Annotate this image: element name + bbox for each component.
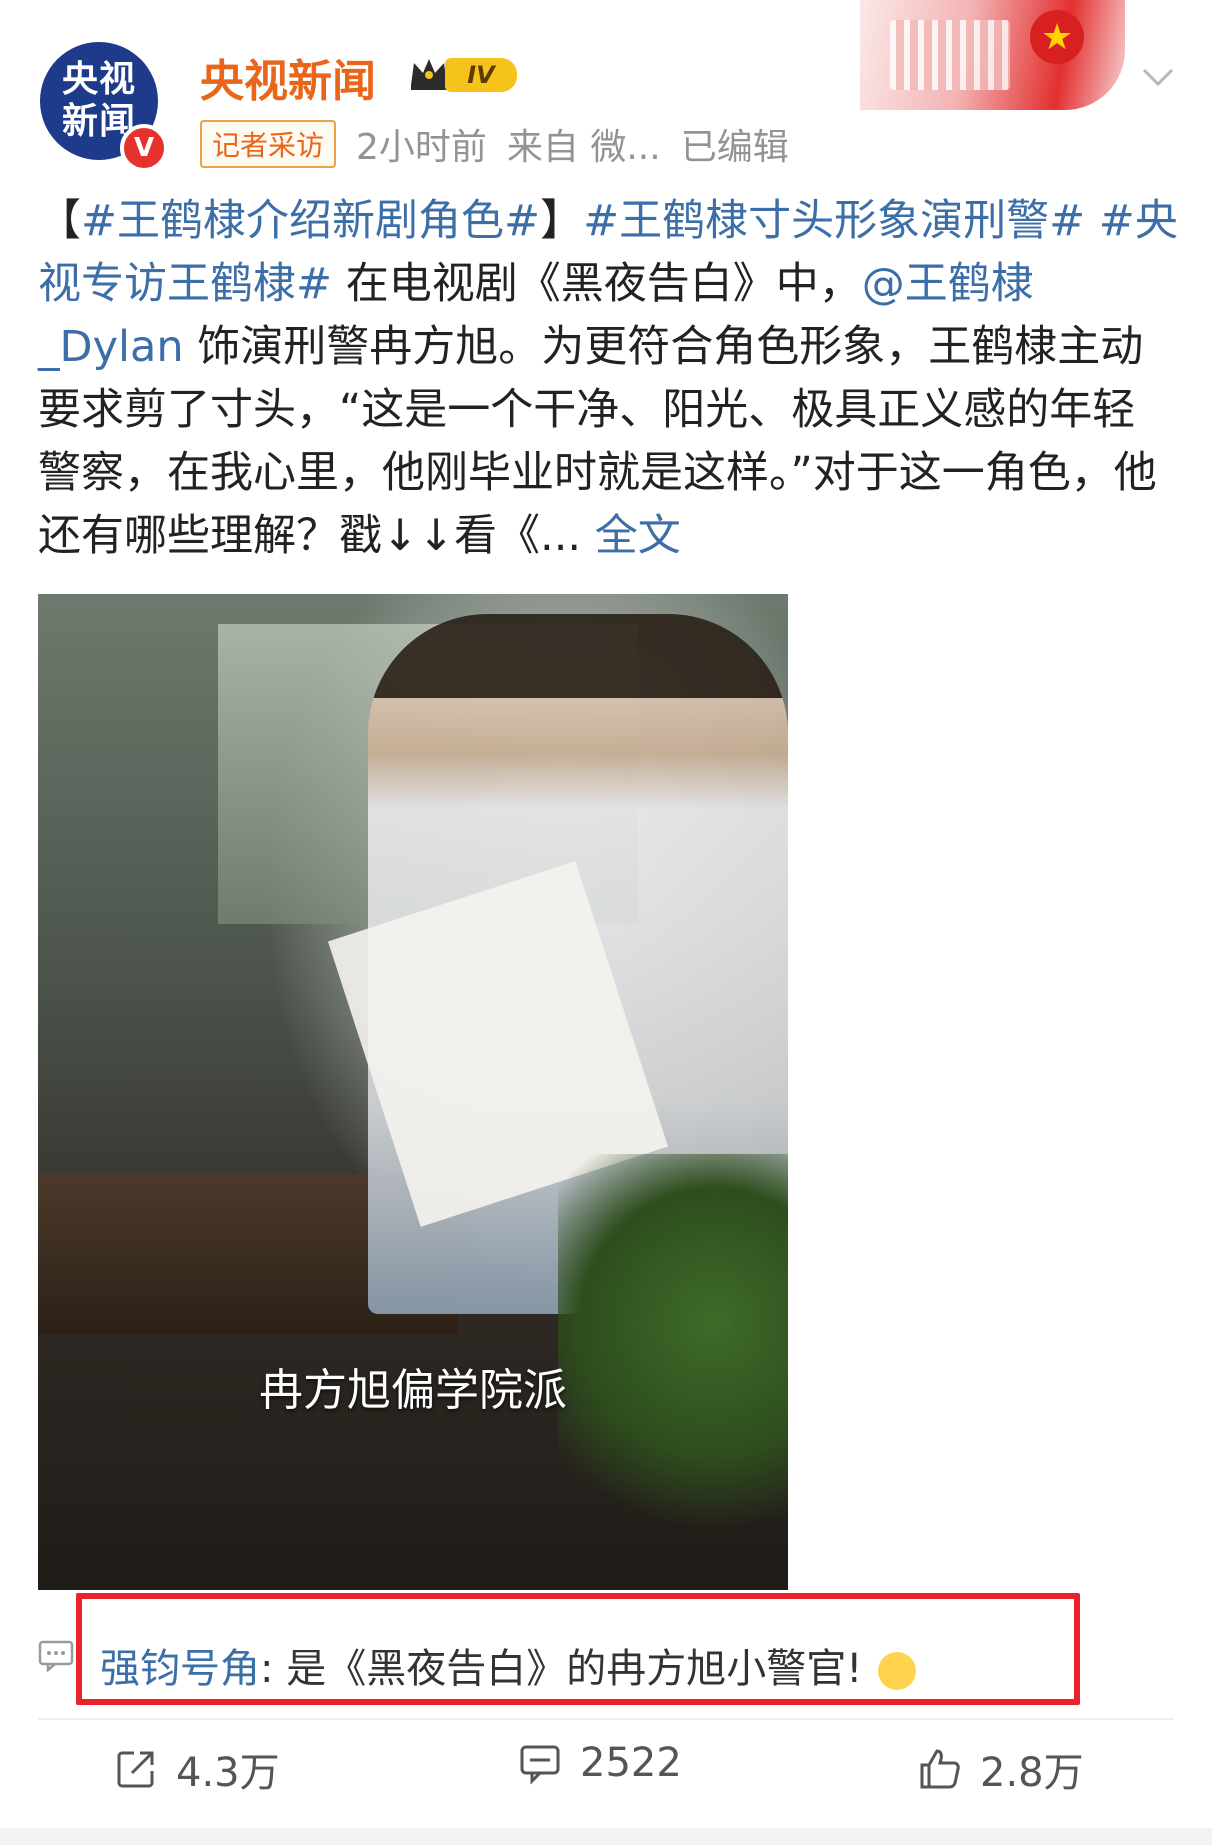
thumbs-up-icon	[920, 1749, 960, 1789]
comment-bubble-icon	[38, 1640, 74, 1672]
highlight-box	[76, 1593, 1080, 1705]
edited-label: 已编辑	[680, 127, 789, 168]
share-count: 4.3万	[176, 1750, 280, 1796]
level-badge: IV	[445, 58, 517, 92]
video-thumbnail[interactable]: 冉方旭偏学院派	[38, 594, 788, 1590]
comment-count: 2522	[580, 1740, 682, 1786]
crown-icon	[411, 59, 447, 90]
bracket-open: 【	[38, 196, 81, 246]
like-count: 2.8万	[980, 1750, 1084, 1796]
verified-badge: V	[120, 124, 168, 172]
video-subtitle: 冉方旭偏学院派	[259, 1365, 567, 1416]
interview-tag[interactable]: 记者采访	[200, 120, 337, 168]
post-body: 【#王鹤棣介绍新剧角色#】#王鹤棣寸头形象演刑警# #央视专访王鹤棣# 在电视剧…	[38, 190, 1178, 568]
post-meta: 记者采访 2小时前 来自 微... 已编辑	[200, 118, 789, 170]
post-header: 央视 新闻 V 央视新闻 IV 记者采访 2小时前 来自 微... 已编辑 ★	[0, 0, 1212, 175]
chevron-down-icon[interactable]	[1138, 56, 1178, 96]
share-icon	[117, 1751, 154, 1788]
post-source: 来自 微...	[506, 127, 661, 168]
post-text: 在电视剧《黑夜告白》中，	[332, 259, 862, 309]
hashtag-link[interactable]: #王鹤棣寸头形象演刑警#	[583, 196, 1085, 246]
hashtag-link[interactable]: #王鹤棣介绍新剧角色#	[81, 196, 540, 246]
avatar-text-top: 央视	[61, 59, 136, 100]
like-button[interactable]: 2.8万	[918, 1740, 1084, 1798]
header-banner-image: ★	[860, 0, 1125, 110]
full-text-link[interactable]: 全文	[581, 511, 681, 561]
star-emblem-icon: ★	[1030, 10, 1084, 64]
action-bar: 4.3万 2522 2.8万	[0, 1740, 1212, 1810]
bracket-close: 】	[540, 196, 584, 246]
username[interactable]: 央视新闻	[200, 45, 376, 109]
post-time: 2小时前	[356, 127, 487, 168]
comment-button[interactable]: 2522	[518, 1740, 682, 1786]
comment-icon	[520, 1745, 560, 1785]
divider	[38, 1718, 1174, 1720]
share-button[interactable]: 4.3万	[114, 1740, 280, 1798]
building-graphic	[890, 20, 1010, 90]
footer-bar	[0, 1828, 1212, 1845]
